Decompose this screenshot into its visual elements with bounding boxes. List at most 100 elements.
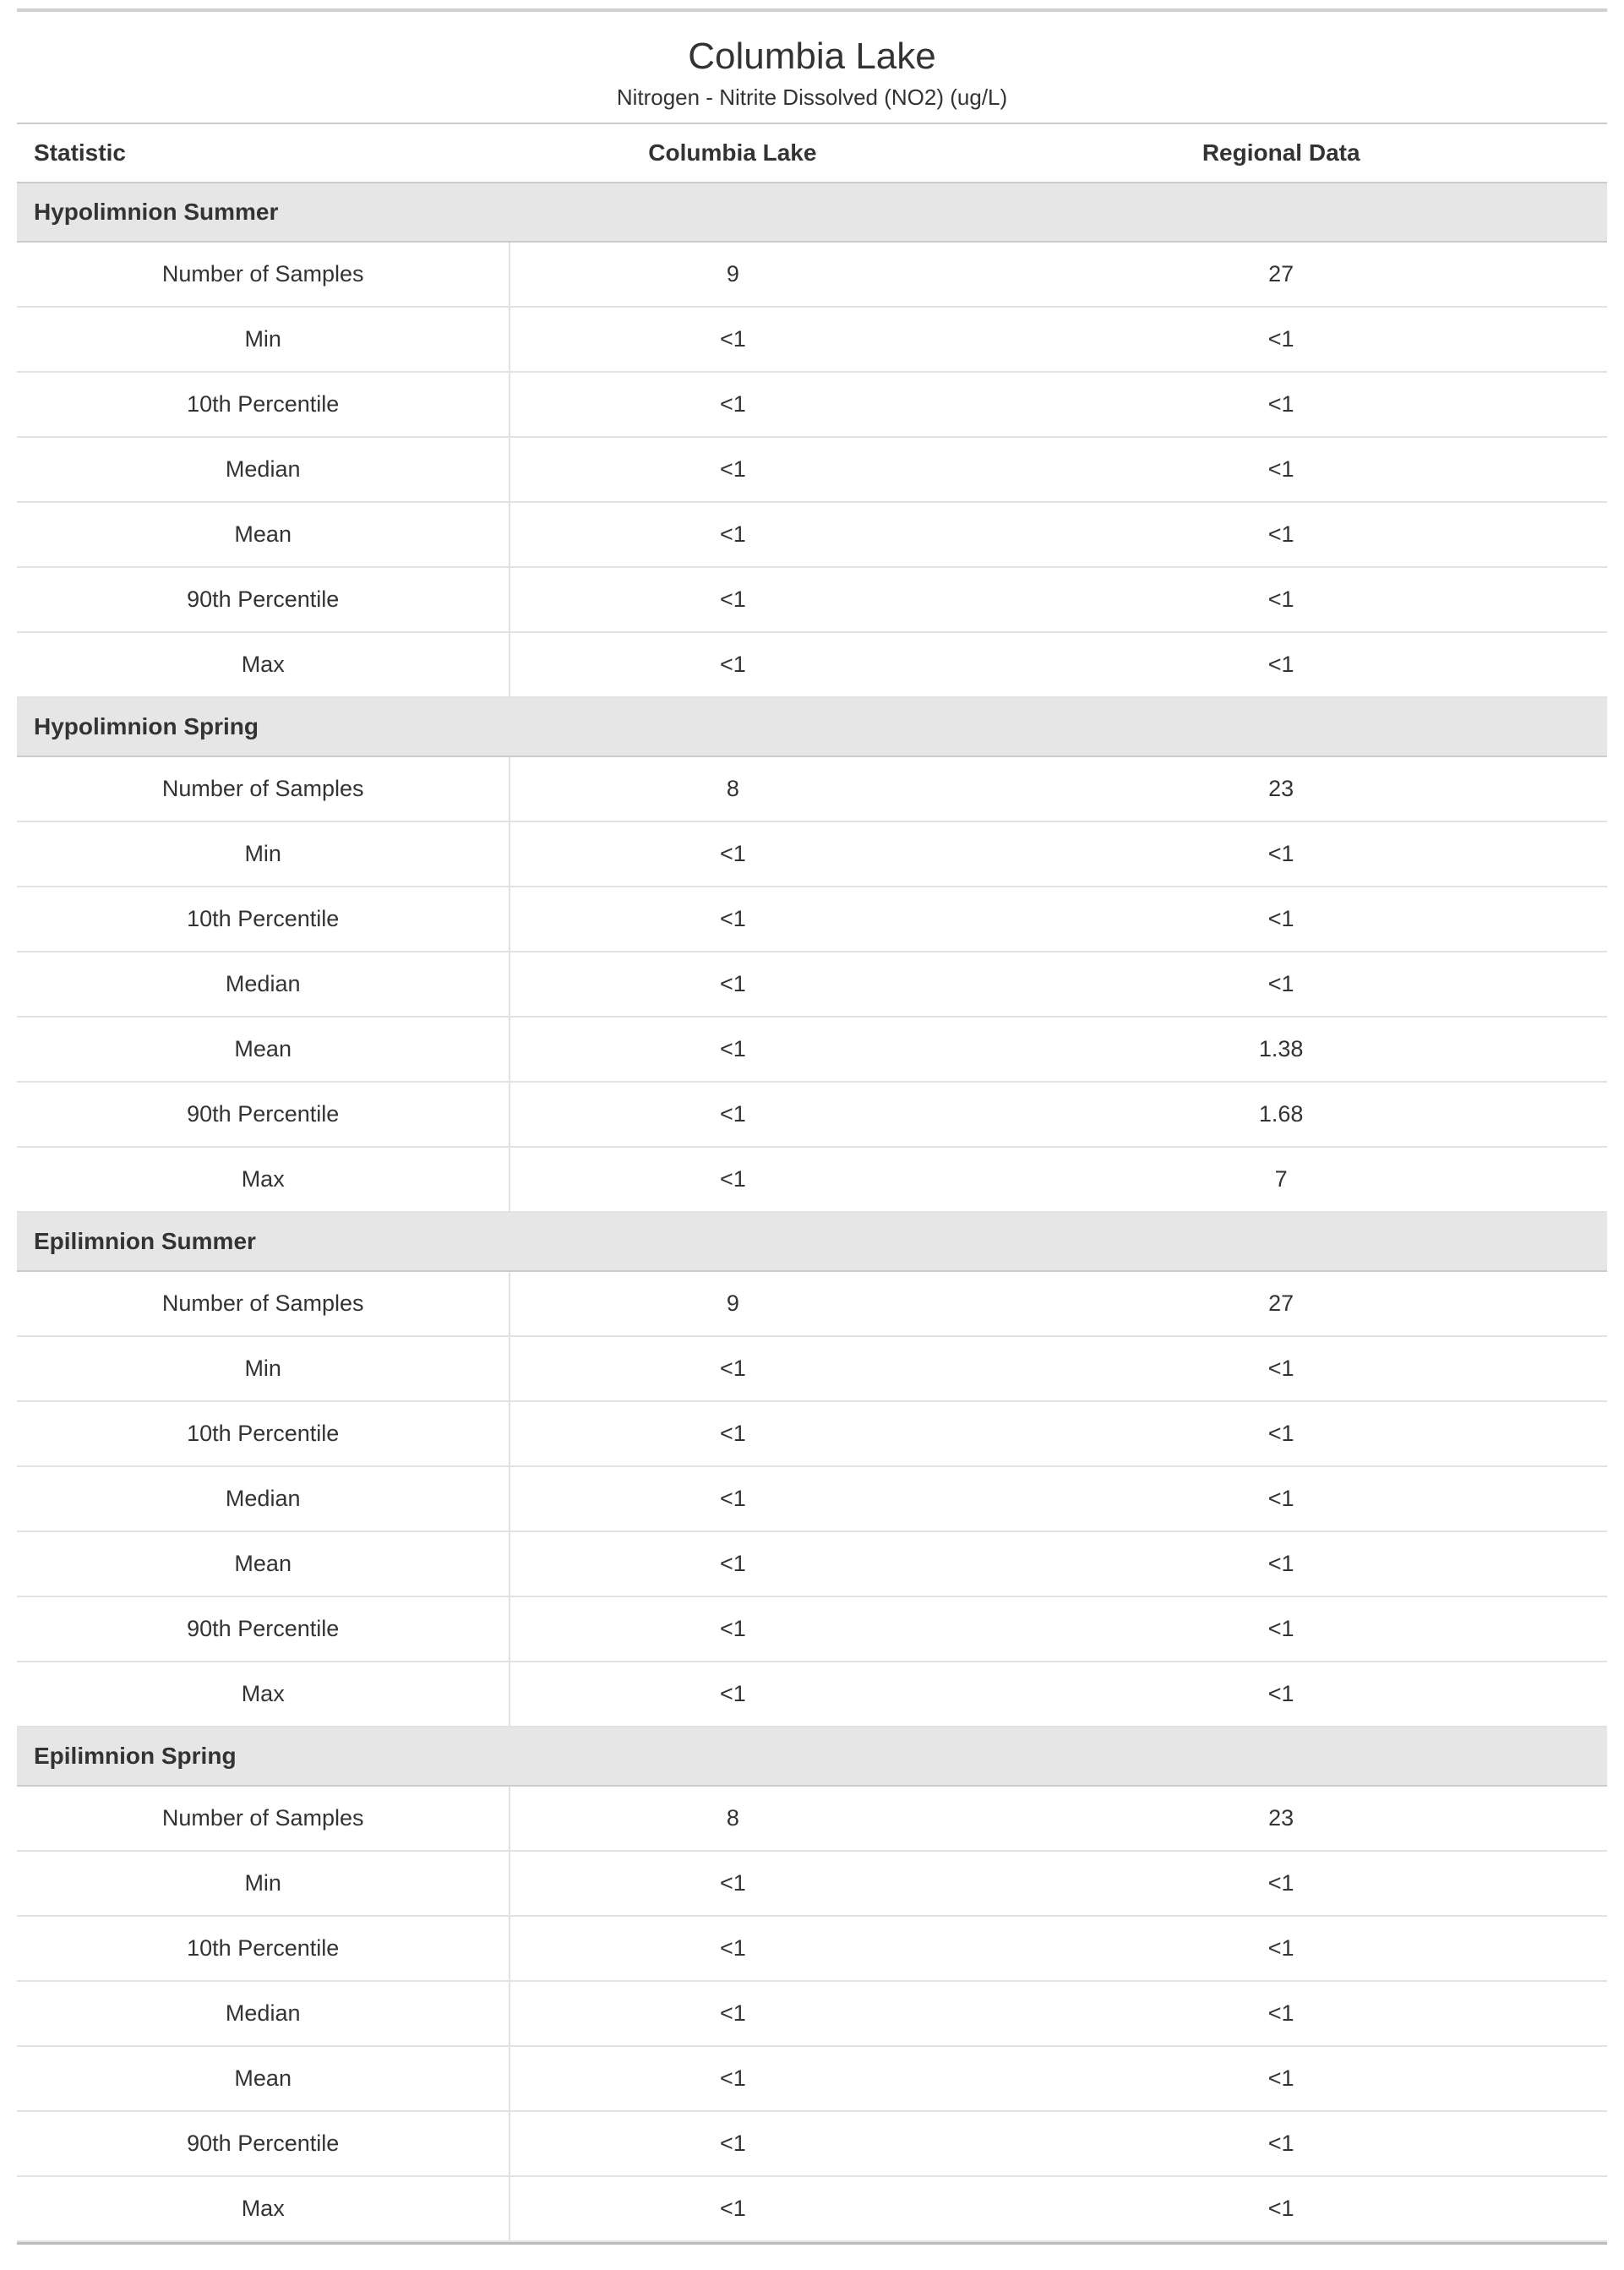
top-border — [17, 8, 1607, 12]
stat-regional-value: <1 — [955, 1401, 1607, 1466]
stat-regional-value: <1 — [955, 1851, 1607, 1916]
table-row: Max<1<1 — [17, 2176, 1607, 2241]
table-row: Median<1<1 — [17, 1981, 1607, 2046]
stat-local-value: <1 — [510, 1017, 955, 1082]
table-row: 10th Percentile<1<1 — [17, 1401, 1607, 1466]
stat-regional-value: <1 — [955, 632, 1607, 697]
stat-regional-value: <1 — [955, 372, 1607, 437]
stat-regional-value: <1 — [955, 1466, 1607, 1531]
stat-local-value: 9 — [510, 1271, 955, 1336]
stat-label: 10th Percentile — [17, 372, 510, 437]
stat-regional-value: <1 — [955, 2111, 1607, 2176]
table-row: 10th Percentile<1<1 — [17, 1916, 1607, 1981]
section-header-row: Epilimnion Summer — [17, 1212, 1607, 1271]
stat-local-value: <1 — [510, 502, 955, 567]
stat-label: Mean — [17, 2046, 510, 2111]
stat-local-value: <1 — [510, 952, 955, 1017]
stat-regional-value: <1 — [955, 437, 1607, 502]
stat-regional-value: <1 — [955, 1531, 1607, 1596]
stat-local-value: <1 — [510, 1531, 955, 1596]
stat-label: Median — [17, 1981, 510, 2046]
stat-regional-value: <1 — [955, 2046, 1607, 2111]
stat-regional-value: <1 — [955, 1596, 1607, 1662]
stat-regional-value: <1 — [955, 502, 1607, 567]
table-row: Number of Samples927 — [17, 242, 1607, 307]
stat-local-value: <1 — [510, 567, 955, 632]
table-row: Number of Samples927 — [17, 1271, 1607, 1336]
stat-local-value: <1 — [510, 1336, 955, 1401]
stat-local-value: <1 — [510, 821, 955, 887]
section-header: Epilimnion Summer — [17, 1212, 1607, 1271]
table-row: 90th Percentile<1<1 — [17, 2111, 1607, 2176]
table-row: Max<1<1 — [17, 632, 1607, 697]
stat-regional-value: <1 — [955, 887, 1607, 952]
stat-regional-value: 27 — [955, 242, 1607, 307]
stat-label: Median — [17, 952, 510, 1017]
table-row: Number of Samples823 — [17, 756, 1607, 821]
table-row: Max<17 — [17, 1147, 1607, 1212]
stat-local-value: <1 — [510, 1981, 955, 2046]
stat-local-value: <1 — [510, 307, 955, 372]
stat-regional-value: 7 — [955, 1147, 1607, 1212]
stat-regional-value: 23 — [955, 756, 1607, 821]
table-row: Median<1<1 — [17, 952, 1607, 1017]
stat-regional-value: 23 — [955, 1786, 1607, 1851]
table-row: Min<1<1 — [17, 1851, 1607, 1916]
table-row: Median<1<1 — [17, 437, 1607, 502]
stat-regional-value: 1.38 — [955, 1017, 1607, 1082]
page-subtitle: Nitrogen - Nitrite Dissolved (NO2) (ug/L… — [17, 85, 1607, 124]
table-row: 90th Percentile<11.68 — [17, 1082, 1607, 1147]
table-row: 10th Percentile<1<1 — [17, 887, 1607, 952]
stat-label: Max — [17, 1147, 510, 1212]
stat-label: Max — [17, 1662, 510, 1727]
table-header-row: Statistic Columbia Lake Regional Data — [17, 124, 1607, 183]
stat-local-value: <1 — [510, 437, 955, 502]
stat-regional-value: <1 — [955, 821, 1607, 887]
table-row: Number of Samples823 — [17, 1786, 1607, 1851]
col-header-statistic: Statistic — [17, 124, 510, 183]
stat-local-value: <1 — [510, 887, 955, 952]
table-row: Max<1<1 — [17, 1662, 1607, 1727]
table-row: 10th Percentile<1<1 — [17, 372, 1607, 437]
stat-regional-value: <1 — [955, 1916, 1607, 1981]
stat-label: Max — [17, 632, 510, 697]
stat-label: 10th Percentile — [17, 1916, 510, 1981]
stat-label: 10th Percentile — [17, 887, 510, 952]
table-row: 90th Percentile<1<1 — [17, 1596, 1607, 1662]
stat-local-value: 8 — [510, 1786, 955, 1851]
stat-label: Number of Samples — [17, 756, 510, 821]
stat-local-value: <1 — [510, 1662, 955, 1727]
table-row: Median<1<1 — [17, 1466, 1607, 1531]
stat-local-value: <1 — [510, 632, 955, 697]
table-row: Mean<1<1 — [17, 1531, 1607, 1596]
stat-local-value: <1 — [510, 372, 955, 437]
stat-local-value: <1 — [510, 2111, 955, 2176]
table-row: 90th Percentile<1<1 — [17, 567, 1607, 632]
stat-local-value: <1 — [510, 1401, 955, 1466]
page-title: Columbia Lake — [17, 19, 1607, 85]
stat-label: 90th Percentile — [17, 1082, 510, 1147]
stat-local-value: <1 — [510, 2176, 955, 2241]
stat-local-value: <1 — [510, 1082, 955, 1147]
stat-label: Median — [17, 1466, 510, 1531]
stat-label: 90th Percentile — [17, 1596, 510, 1662]
stat-local-value: <1 — [510, 1147, 955, 1212]
stat-local-value: 8 — [510, 756, 955, 821]
stat-local-value: <1 — [510, 2046, 955, 2111]
section-header-row: Hypolimnion Spring — [17, 697, 1607, 756]
stat-label: Number of Samples — [17, 1786, 510, 1851]
report-container: Columbia Lake Nitrogen - Nitrite Dissolv… — [0, 0, 1624, 2262]
stat-local-value: <1 — [510, 1916, 955, 1981]
stat-label: Number of Samples — [17, 1271, 510, 1336]
stat-local-value: <1 — [510, 1596, 955, 1662]
stat-label: Mean — [17, 502, 510, 567]
table-row: Min<1<1 — [17, 1336, 1607, 1401]
stat-label: Min — [17, 821, 510, 887]
section-header-row: Epilimnion Spring — [17, 1727, 1607, 1786]
stat-regional-value: 27 — [955, 1271, 1607, 1336]
stat-label: 10th Percentile — [17, 1401, 510, 1466]
stat-regional-value: <1 — [955, 1981, 1607, 2046]
stat-label: Min — [17, 1336, 510, 1401]
stat-label: Mean — [17, 1531, 510, 1596]
col-header-regional: Regional Data — [955, 124, 1607, 183]
